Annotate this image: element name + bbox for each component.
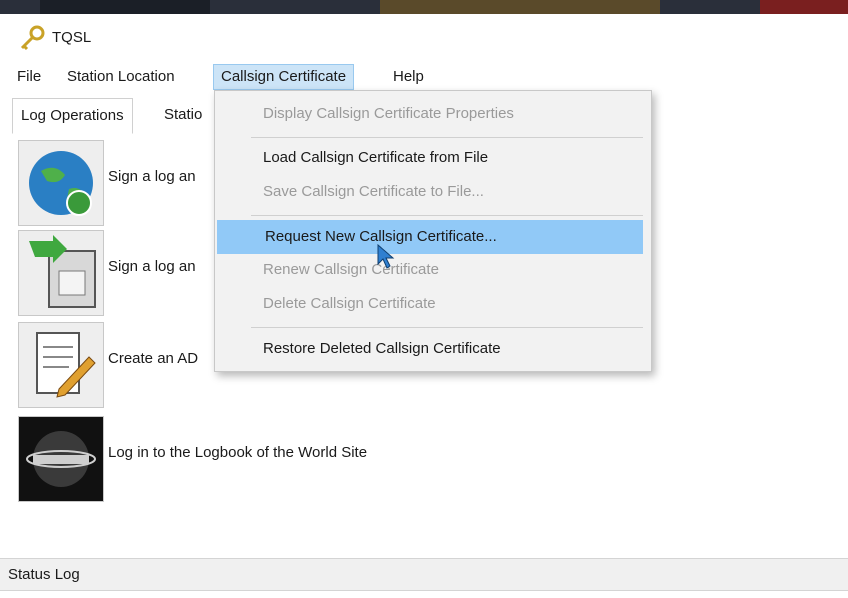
menu-help[interactable]: Help — [386, 64, 431, 90]
background-fragment — [760, 0, 848, 14]
callsign-certificate-dropdown: Display Callsign Certificate Properties … — [214, 90, 652, 372]
edit-document-icon — [18, 322, 104, 408]
menuitem-restore-deleted-certificate[interactable]: Restore Deleted Callsign Certificate — [215, 332, 651, 366]
logbook-logo-icon — [18, 416, 104, 502]
operation-label: Sign a log an — [108, 258, 196, 275]
title-bar — [0, 14, 848, 62]
menuitem-renew-certificate[interactable]: Renew Callsign Certificate — [215, 253, 651, 287]
background-fragment — [40, 0, 210, 14]
desktop-background-strip — [0, 0, 848, 14]
globe-icon — [18, 140, 104, 226]
status-log-label: Status Log — [8, 566, 80, 583]
tab-log-operations[interactable]: Log Operations — [12, 98, 133, 134]
menu-separator — [251, 137, 643, 138]
app-title: TQSL — [52, 29, 92, 46]
operation-label: Create an AD — [108, 350, 199, 367]
tab-station[interactable]: Statio — [156, 98, 210, 132]
menu-separator — [251, 327, 643, 328]
background-fragment — [380, 0, 660, 14]
mouse-pointer-icon — [377, 244, 395, 269]
save-arrow-icon — [18, 230, 104, 316]
menu-callsign-certificate[interactable]: Callsign Certificate — [213, 64, 355, 90]
menuitem-delete-certificate[interactable]: Delete Callsign Certificate — [215, 287, 651, 321]
operation-label: Log in to the Logbook of the World Site — [108, 444, 368, 461]
operation-label: Sign a log an — [108, 168, 196, 185]
key-icon — [20, 25, 45, 51]
menuitem-load-certificate[interactable]: Load Callsign Certificate from File — [215, 141, 651, 175]
menuitem-save-certificate[interactable]: Save Callsign Certificate to File... — [215, 175, 651, 209]
menuitem-request-new-certificate[interactable]: Request New Callsign Certificate... — [217, 220, 643, 254]
status-log-bar — [0, 558, 848, 591]
menu-separator — [251, 215, 643, 216]
menuitem-display-certificate-properties[interactable]: Display Callsign Certificate Properties — [215, 97, 651, 131]
menu-file[interactable]: File — [10, 64, 48, 90]
menu-station-location[interactable]: Station Location — [60, 64, 182, 90]
